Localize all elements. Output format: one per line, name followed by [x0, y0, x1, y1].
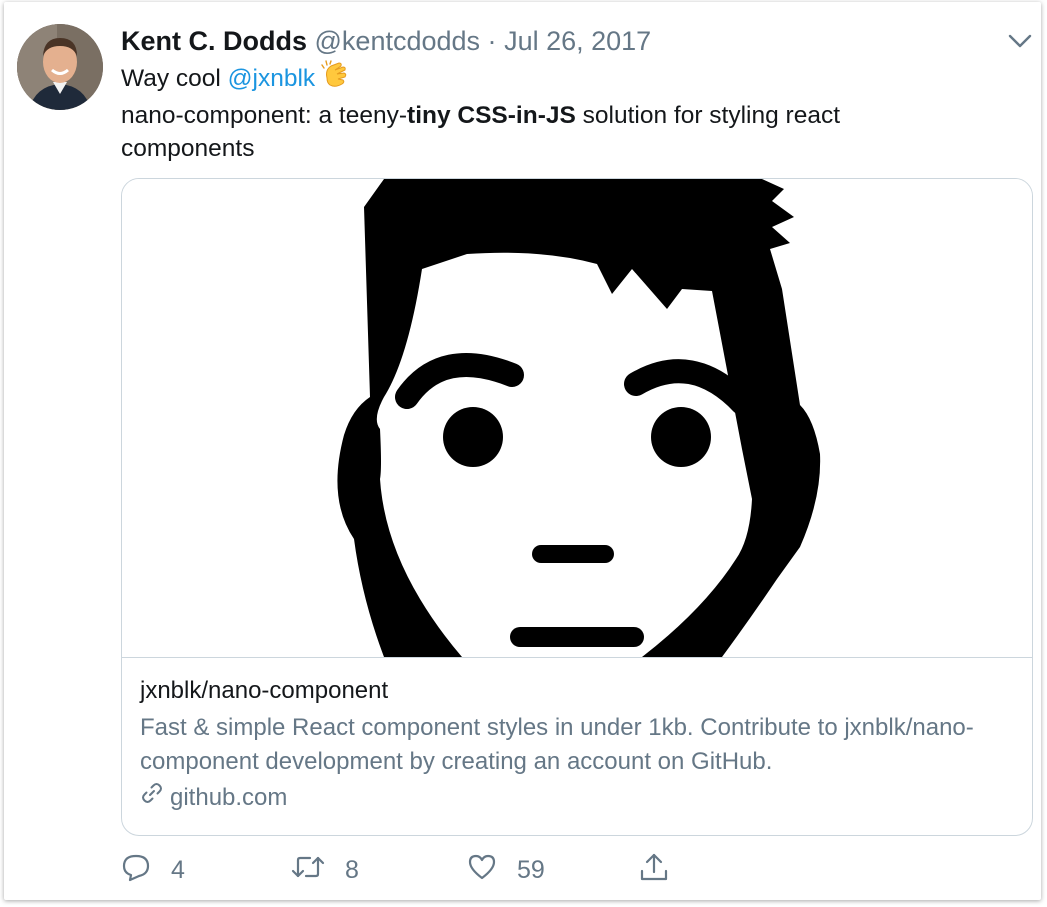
chevron-down-icon[interactable]	[1007, 31, 1033, 51]
card-domain: github.com	[140, 781, 1020, 814]
card-domain-text: github.com	[170, 783, 288, 811]
tweet-container: Kent C. Dodds @kentcdodds · Jul 26, 2017…	[4, 2, 1041, 900]
tweet-text-prefix: Way cool	[121, 65, 228, 92]
retweet-icon	[291, 852, 325, 889]
like-count: 59	[517, 855, 545, 884]
card-body: jxnblk/nano-component Fast & simple Reac…	[140, 675, 1020, 814]
separator-dot: ·	[487, 26, 497, 56]
tweet-header: Kent C. Dodds @kentcdodds · Jul 26, 2017	[121, 24, 651, 58]
share-icon	[639, 851, 669, 890]
author-handle[interactable]: @kentcdodds	[315, 26, 481, 56]
tweet-actions: 4 8 59	[121, 850, 721, 890]
heart-icon	[467, 852, 497, 889]
tweet-date[interactable]: Jul 26, 2017	[504, 26, 651, 56]
tweet-text: Way cool @jxnblk nano-component: a teeny…	[121, 60, 1001, 165]
share-button[interactable]	[639, 850, 669, 890]
retweet-count: 8	[345, 855, 359, 884]
reply-count: 4	[171, 855, 185, 884]
reply-icon	[121, 852, 151, 889]
tweet-text-line2a: nano-component: a teeny-	[121, 102, 408, 129]
link-card[interactable]: jxnblk/nano-component Fast & simple Reac…	[121, 178, 1033, 836]
card-description: Fast & simple React component styles in …	[140, 714, 974, 775]
author-name[interactable]: Kent C. Dodds	[121, 26, 307, 56]
reply-button[interactable]: 4	[121, 850, 185, 890]
tweet-text-line2c: solution for styling react	[575, 102, 841, 129]
link-icon	[140, 781, 170, 814]
like-button[interactable]: 59	[467, 850, 545, 890]
mention-link[interactable]: @jxnblk	[228, 65, 316, 92]
card-image	[122, 179, 1032, 658]
tweet-text-line3: components	[121, 135, 255, 162]
avatar[interactable]	[17, 24, 103, 110]
card-title[interactable]: jxnblk/nano-component	[140, 675, 1020, 707]
tweet-text-bold: tiny CSS-in-JS	[407, 102, 576, 129]
retweet-button[interactable]: 8	[291, 850, 359, 890]
clapping-hands-emoji-icon	[321, 60, 351, 99]
